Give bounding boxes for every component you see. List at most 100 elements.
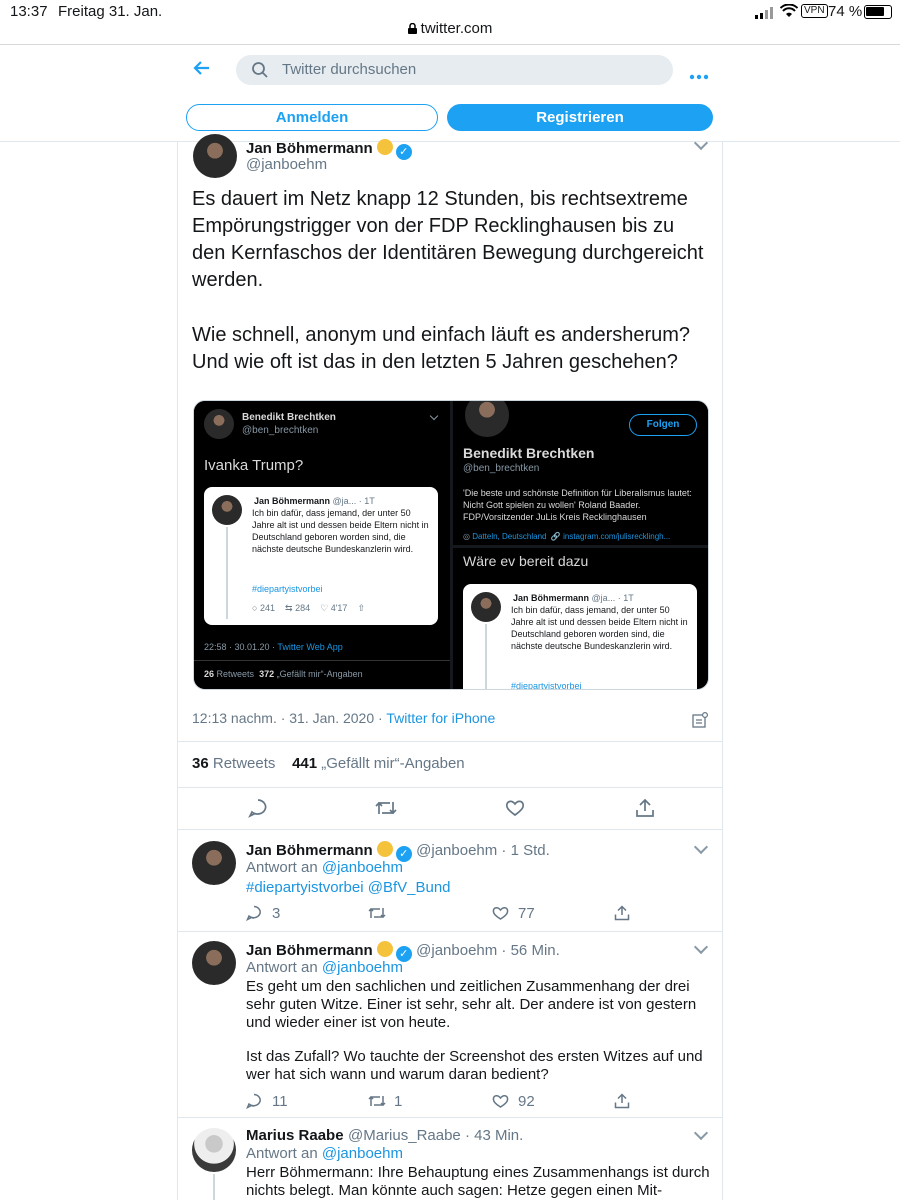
like-icon[interactable] — [492, 905, 509, 926]
login-button[interactable]: Anmelden — [186, 104, 438, 131]
retweet-icon[interactable] — [375, 798, 397, 823]
share-icon[interactable] — [614, 1093, 630, 1114]
wifi-icon — [779, 3, 799, 18]
avatar — [463, 401, 511, 439]
reply-author[interactable]: Jan Böhmermann — [246, 842, 373, 859]
reply-tweet[interactable]: Jan Böhmermann ✓ @janboehm · 56 Min. Antw… — [178, 932, 722, 1118]
reply-icon[interactable] — [248, 798, 268, 823]
tweet-text-p2: Wie schnell, anonym und einfach läuft es… — [192, 324, 691, 373]
img-handle: @ben_brechtken — [242, 425, 319, 436]
quoted-retweet-count: 284 — [295, 603, 311, 613]
avatar[interactable] — [193, 134, 237, 178]
reply-author[interactable]: Marius Raabe — [246, 1127, 344, 1144]
img-stats: 26 Retweets 372 „Gefällt mir“-Angaben — [204, 669, 363, 679]
image-reply-panel: Wäre ev bereit dazu Jan Böhmermann @ja..… — [453, 548, 708, 689]
reply-icon[interactable] — [246, 905, 262, 926]
img-rt-label: Retweets — [216, 669, 255, 679]
reply-text: Herr Böhmermann: Ihre Behauptung eines Z… — [246, 1164, 710, 1199]
like-count: 77 — [518, 905, 535, 922]
reply-prefix: Antwort an — [246, 1145, 322, 1162]
search-icon — [252, 62, 268, 78]
img-text: Ivanka Trump? — [204, 457, 304, 474]
reply-prefix: Antwort an — [246, 859, 322, 876]
chevron-down-icon — [429, 411, 439, 421]
thread-line — [485, 624, 487, 689]
search-input[interactable]: Twitter durchsuchen — [236, 55, 673, 85]
reply-text[interactable]: #diepartyistvorbei @BfV_Bund — [246, 879, 451, 896]
quoted-hashtag: #diepartyistvorbei — [252, 584, 323, 594]
reply-count: 3 — [272, 905, 281, 922]
profile-location: Datteln, Deutschland — [472, 532, 547, 541]
url-bar[interactable]: twitter.com — [0, 20, 900, 44]
tweet-stats[interactable]: 36 Retweets 441 „Gefällt mir“-Angaben — [192, 755, 465, 772]
emoji-icon — [376, 139, 393, 155]
share-icon: ⇧ — [357, 603, 365, 613]
vpn-badge: VPN — [801, 4, 828, 18]
avatar — [204, 409, 234, 439]
lock-icon — [407, 21, 417, 34]
profile-bio: 'Die beste und schönste Definition für L… — [463, 488, 692, 522]
reply-to-link[interactable]: @janboehm — [322, 959, 403, 976]
img-source: Twitter Web App — [277, 642, 343, 652]
more-icon[interactable] — [689, 67, 709, 80]
verified-icon: ✓ — [395, 144, 412, 160]
chevron-down-icon[interactable] — [693, 839, 709, 855]
img-rt-count: 26 — [204, 669, 215, 679]
profile-handle: @ben_brechtken — [463, 463, 540, 474]
retweet-icon[interactable] — [368, 1093, 386, 1114]
quoted-name: Jan Böhmermann — [513, 593, 590, 603]
reply-prefix: Antwort an — [246, 959, 322, 976]
profile-name: Benedikt Brechtken — [463, 445, 595, 461]
like-icon[interactable] — [505, 798, 525, 823]
reply-tweet[interactable]: Marius Raabe @Marius_Raabe · 43 Min. Ant… — [178, 1118, 722, 1200]
img-like-label: „Gefällt mir“-Angaben — [276, 669, 363, 679]
reply-tweet[interactable]: Jan Böhmermann ✓ @janboehm · 1 Std. Antwo… — [178, 830, 722, 930]
reply-to-link[interactable]: @janboehm — [322, 1145, 403, 1162]
chevron-down-icon[interactable] — [693, 1125, 709, 1141]
profile-meta: ◎ Datteln, Deutschland 🔗 instagram.com/j… — [463, 532, 671, 541]
tweet-text-p1: Es dauert im Netz knapp 12 Stunden, bis … — [192, 188, 704, 291]
tweet-source-link[interactable]: Twitter for iPhone — [386, 710, 495, 726]
share-icon[interactable] — [635, 798, 655, 823]
quoted-reply-count: 241 — [259, 603, 275, 613]
like-count: 92 — [518, 1093, 535, 1110]
url-text: twitter.com — [420, 20, 493, 37]
back-arrow-icon[interactable] — [192, 59, 210, 77]
author-handle[interactable]: @janboehm — [246, 156, 327, 173]
follow-button: Folgen — [629, 414, 697, 436]
battery-icon — [864, 5, 892, 19]
reply-icon[interactable] — [246, 1093, 262, 1114]
retweet-count: 36 — [192, 755, 209, 772]
img-reply-text: Wäre ev bereit dazu — [463, 553, 589, 569]
analytics-icon[interactable] — [692, 711, 709, 728]
reply-text-p1: Es geht um den sachlichen und zeitlichen… — [246, 978, 697, 1031]
like-icon: ♡ — [320, 603, 329, 613]
chevron-down-icon[interactable] — [693, 939, 709, 955]
retweet-icon: ⇆ — [285, 603, 293, 613]
like-icon[interactable] — [492, 1093, 509, 1114]
reply-meta: @janboehm · 56 Min. — [416, 942, 560, 959]
emoji-icon — [376, 941, 393, 957]
avatar[interactable] — [192, 1128, 236, 1172]
reply-icon: ○ — [252, 603, 258, 613]
reply-author[interactable]: Jan Böhmermann — [246, 942, 373, 959]
img-time: 22:58 · 30.01.20 · — [204, 642, 278, 652]
share-icon[interactable] — [614, 905, 630, 926]
retweet-label: Retweets — [212, 755, 276, 772]
thread-line — [226, 527, 228, 619]
quoted-like-count: 4'17 — [330, 603, 348, 613]
status-date: Freitag 31. Jan. — [58, 3, 163, 20]
avatar[interactable] — [192, 941, 236, 985]
retweet-icon[interactable] — [368, 905, 386, 926]
tweet-timestamp: 12:13 nachm. · 31. Jan. 2020 · Twitter f… — [192, 710, 495, 726]
image-profile-panel: Folgen Benedikt Brechtken @ben_brechtken… — [453, 401, 708, 545]
tweet-image[interactable]: Benedikt Brechtken @ben_brechtken Ivanka… — [193, 400, 709, 690]
register-button[interactable]: Registrieren — [447, 104, 713, 131]
avatar[interactable] — [192, 841, 236, 885]
reply-to-link[interactable]: @janboehm — [322, 859, 403, 876]
avatar — [212, 495, 242, 525]
author-name: Jan Böhmermann — [246, 140, 373, 157]
reply-text-p2: Ist das Zufall? Wo tauchte der Screensho… — [246, 1048, 703, 1083]
reply-meta: @janboehm · 1 Std. — [416, 842, 550, 859]
quoted-name: Jan Böhmermann — [254, 496, 331, 506]
